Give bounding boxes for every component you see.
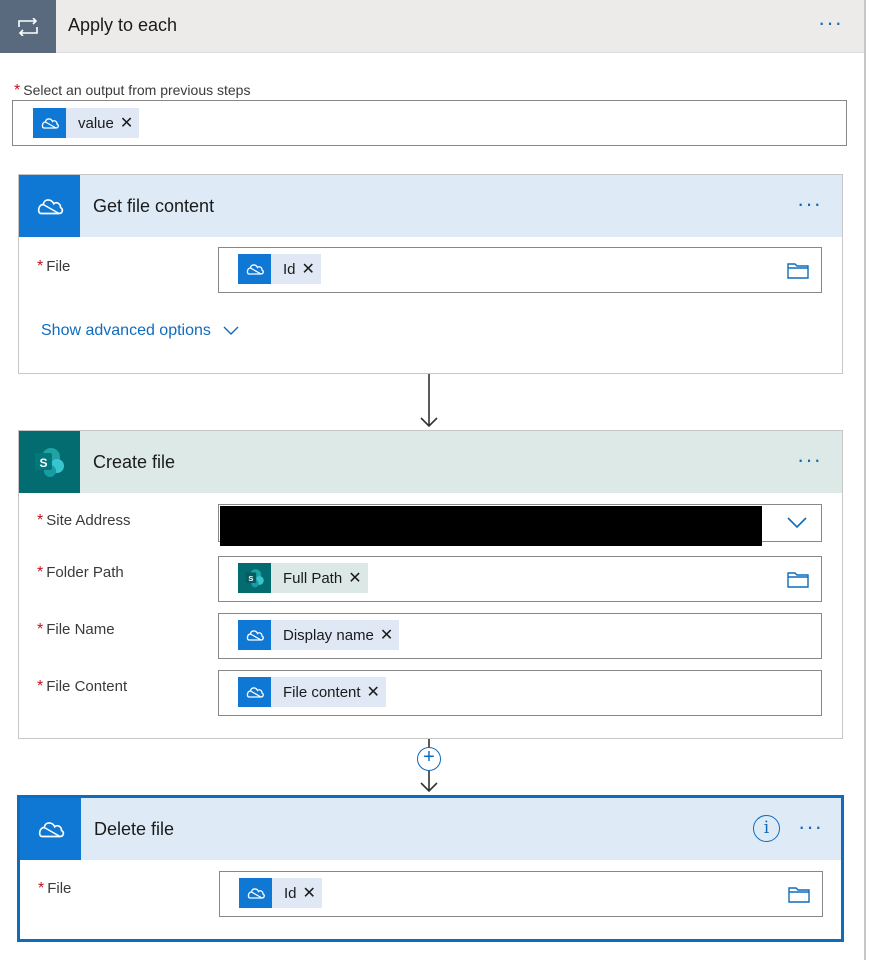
- create-file-title: Create file: [93, 452, 176, 472]
- file-content-label-text: File Content: [46, 678, 128, 695]
- required-marker: *: [37, 621, 44, 638]
- scrollbar-track[interactable]: [864, 0, 866, 960]
- create-file-card: S Create file ··· * Site Address * Folder …: [18, 430, 843, 739]
- file-content-field[interactable]: File content ✕: [218, 670, 822, 716]
- flow-canvas: Apply to each ··· * Select an output from…: [0, 0, 872, 960]
- show-advanced-options-link[interactable]: Show advanced options: [41, 322, 239, 340]
- required-marker: *: [37, 512, 44, 529]
- redacted-site-address: [220, 506, 762, 546]
- onedrive-icon: [19, 175, 80, 237]
- file-name-field[interactable]: Display name ✕: [218, 613, 822, 659]
- info-icon[interactable]: i: [753, 815, 780, 842]
- file-content-token-label: File content: [283, 683, 361, 701]
- file-field[interactable]: Id ✕: [219, 871, 823, 917]
- select-output-label-text: Select an output from previous steps: [23, 82, 251, 98]
- svg-text:S: S: [39, 456, 47, 470]
- id-token-label: Id: [283, 260, 296, 278]
- delete-file-title: Delete file: [94, 819, 175, 839]
- onedrive-icon: [238, 677, 271, 707]
- folder-path-label-text: Folder Path: [46, 564, 124, 581]
- sharepoint-icon: S: [19, 431, 80, 493]
- onedrive-icon: [33, 108, 66, 138]
- file-label: * File: [37, 258, 70, 276]
- required-marker: *: [38, 880, 45, 897]
- required-marker: *: [37, 564, 44, 581]
- file-label: * File: [38, 880, 71, 898]
- chevron-down-icon: [223, 326, 239, 335]
- file-name-label-text: File Name: [46, 621, 115, 638]
- id-token[interactable]: Id ✕: [238, 254, 321, 284]
- chevron-down-icon[interactable]: [787, 517, 807, 529]
- file-field[interactable]: Id ✕: [218, 247, 822, 293]
- apply-to-each-more-button[interactable]: ···: [818, 12, 843, 34]
- connector-arrow: [420, 374, 438, 428]
- sharepoint-icon: S: [238, 563, 271, 593]
- delete-file-card: Delete file i ··· * File Id ✕: [17, 795, 844, 942]
- onedrive-icon: [20, 798, 81, 860]
- folder-path-label: * Folder Path: [37, 564, 124, 582]
- file-content-label: * File Content: [37, 678, 127, 696]
- file-label-text: File: [47, 880, 72, 897]
- full-path-token-label: Full Path: [283, 569, 343, 587]
- folder-icon[interactable]: [787, 570, 809, 593]
- folder-icon[interactable]: [788, 885, 810, 908]
- remove-id-token-button[interactable]: ✕: [302, 259, 321, 279]
- remove-display-name-token-button[interactable]: ✕: [380, 625, 399, 645]
- file-name-label: * File Name: [37, 621, 115, 639]
- required-marker: *: [37, 678, 44, 695]
- loop-icon: [0, 0, 56, 53]
- value-token-label: value: [78, 114, 114, 132]
- display-name-token[interactable]: Display name ✕: [238, 620, 400, 650]
- svg-text:S: S: [248, 574, 253, 583]
- id-token[interactable]: Id ✕: [239, 878, 322, 908]
- onedrive-icon: [239, 878, 272, 908]
- get-file-content-title: Get file content: [93, 196, 215, 216]
- select-output-field[interactable]: value ✕: [12, 100, 847, 146]
- get-file-content-header[interactable]: Get file content ···: [19, 175, 842, 237]
- folder-path-field[interactable]: S Full Path ✕: [218, 556, 822, 602]
- file-content-token[interactable]: File content ✕: [238, 677, 386, 707]
- id-token-label: Id: [284, 884, 297, 902]
- file-label-text: File: [46, 258, 71, 275]
- display-name-token-label: Display name: [283, 626, 374, 644]
- get-file-content-card: Get file content ··· * File Id ✕ Show adv…: [18, 174, 843, 374]
- create-file-header[interactable]: S Create file ···: [19, 431, 842, 493]
- site-address-label-text: Site Address: [46, 512, 131, 529]
- apply-to-each-title: Apply to each: [68, 15, 178, 35]
- delete-file-more-button[interactable]: ···: [798, 816, 823, 838]
- get-file-content-more-button[interactable]: ···: [797, 193, 822, 215]
- show-advanced-options-label: Show advanced options: [41, 322, 211, 339]
- value-token[interactable]: value ✕: [33, 108, 140, 138]
- delete-file-header[interactable]: Delete file i ···: [20, 798, 841, 860]
- remove-id-token-button[interactable]: ✕: [303, 883, 322, 903]
- full-path-token[interactable]: S Full Path ✕: [238, 563, 368, 593]
- create-file-more-button[interactable]: ···: [797, 449, 822, 471]
- site-address-label: * Site Address: [37, 512, 130, 530]
- apply-to-each-header[interactable]: Apply to each ···: [0, 0, 864, 53]
- remove-full-path-token-button[interactable]: ✕: [348, 568, 367, 588]
- remove-file-content-token-button[interactable]: ✕: [367, 682, 386, 702]
- required-marker: *: [37, 258, 44, 275]
- select-output-label: * Select an output from previous steps: [14, 82, 250, 100]
- onedrive-icon: [238, 620, 271, 650]
- insert-step-button[interactable]: +: [417, 747, 441, 771]
- onedrive-icon: [238, 254, 271, 284]
- remove-value-token-button[interactable]: ✕: [120, 113, 139, 133]
- required-marker: *: [14, 82, 21, 99]
- site-address-dropdown[interactable]: [218, 504, 822, 546]
- folder-icon[interactable]: [787, 261, 809, 284]
